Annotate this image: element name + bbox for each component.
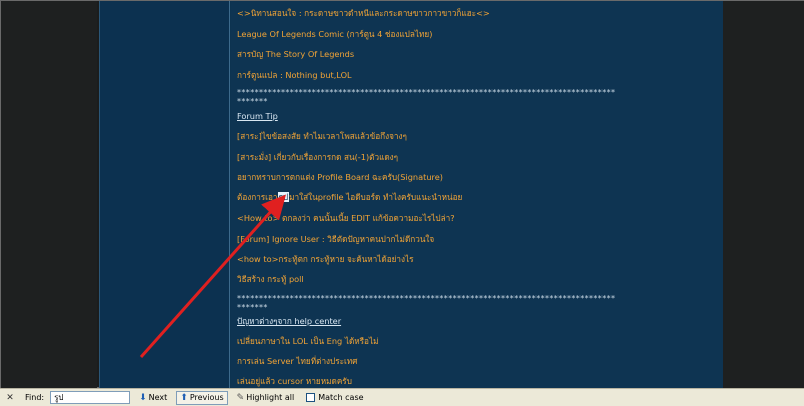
match-case-checkbox[interactable]: Match case	[303, 391, 366, 405]
section-title-forum-tip[interactable]: Forum Tip	[237, 109, 278, 123]
checkbox-icon	[306, 393, 316, 402]
find-next-button[interactable]: ⬇ Next	[136, 391, 170, 405]
forum-post-content: <>นิทานสอนใจ : กระดาษขาวดำหนีและกระดาษขา…	[231, 1, 723, 389]
separator-stars-tail: *******	[237, 98, 268, 106]
tip-item[interactable]: <How to> ตกลงว่า คนนั้นเนี้ย EDIT แก้ข้อ…	[237, 211, 455, 225]
tip-item[interactable]: [Forum] Ignore User : วิธีตัดปัญหาคนปากไ…	[237, 232, 434, 246]
forum-page: <>นิทานสอนใจ : กระดาษขาวดำหนีและกระดาษขา…	[99, 1, 723, 389]
arrow-down-icon: ⬇	[139, 392, 147, 403]
tip-item[interactable]: [สาระ]ไขข้อสงสัย ทำไมเวลาโพสแล้วข้อกึงจา…	[237, 129, 407, 143]
link-lol-comic[interactable]: League Of Legends Comic (การ์ตูน 4 ช่องแ…	[237, 27, 432, 41]
highlighter-icon: ✎	[236, 392, 245, 403]
separator-stars: ****************************************…	[237, 89, 616, 97]
highlight-all-button[interactable]: ✎ Highlight all	[234, 391, 298, 405]
search-highlight: รูป	[277, 192, 290, 202]
arrow-up-icon: ⬆	[180, 392, 188, 403]
right-background	[723, 1, 804, 389]
browser-viewport: <>นิทานสอนใจ : กระดาษขาวดำหนีและกระดาษขา…	[0, 0, 804, 389]
tip-text-before: ต้องการเอา	[237, 192, 278, 202]
tip-item[interactable]: [สาระมั่ง] เกี่ยวกับเรื่องการกด สน(-1)ตั…	[237, 150, 398, 164]
find-previous-label: Previous	[189, 393, 224, 402]
find-input[interactable]	[50, 391, 131, 404]
close-icon[interactable]: ✕	[3, 391, 17, 405]
separator-stars: ****************************************…	[237, 295, 616, 303]
tip-item[interactable]: วิธีสร้าง กระทู้ poll	[237, 272, 304, 286]
forum-sidebar	[100, 1, 230, 389]
find-previous-button[interactable]: ⬆ Previous	[176, 390, 228, 405]
left-background	[1, 1, 97, 389]
find-bar: ✕ Find: ⬇ Next ⬆ Previous ✎ Highlight al…	[0, 388, 804, 406]
help-item[interactable]: การเล่น Server ไทยที่ต่างประเทศ	[237, 354, 357, 368]
tip-item[interactable]: อยากทราบการตกแต่ง Profile Board ฉะครับ(S…	[237, 170, 443, 184]
link-story-of-legends[interactable]: สารบัญ The Story Of Legends	[237, 47, 354, 61]
highlight-all-label: Highlight all	[246, 393, 295, 402]
separator-stars-tail: *******	[237, 304, 268, 312]
find-next-label: Next	[148, 393, 168, 402]
help-item[interactable]: เปลี่ยนภาษาใน LOL เป็น Eng ได้หรือไม่	[237, 334, 379, 348]
tip-text-after: มาใส่ในprofile ไอดีบอร์ด ทำไงครับแนะนำหน…	[289, 192, 463, 202]
section-title-help-center[interactable]: ปัญหาต่างๆจาก help center	[237, 314, 341, 328]
tip-item[interactable]: <how to>กระทู้ตก กระทู้หาย จะค้นหาได้อย่…	[237, 252, 414, 266]
match-case-label: Match case	[318, 393, 364, 402]
link-fable[interactable]: <>นิทานสอนใจ : กระดาษขาวดำหนีและกระดาษขา…	[237, 6, 490, 20]
find-label: Find:	[25, 393, 45, 402]
help-item[interactable]: เล่นอยู่แล้ว cursor หายหมดครับ	[237, 374, 352, 388]
link-nothing-but-lol[interactable]: การ์ตูนแปล : Nothing but,LOL	[237, 68, 352, 82]
tip-item-highlighted[interactable]: ต้องการเอารูปมาใส่ในprofile ไอดีบอร์ด ทำ…	[237, 190, 462, 204]
